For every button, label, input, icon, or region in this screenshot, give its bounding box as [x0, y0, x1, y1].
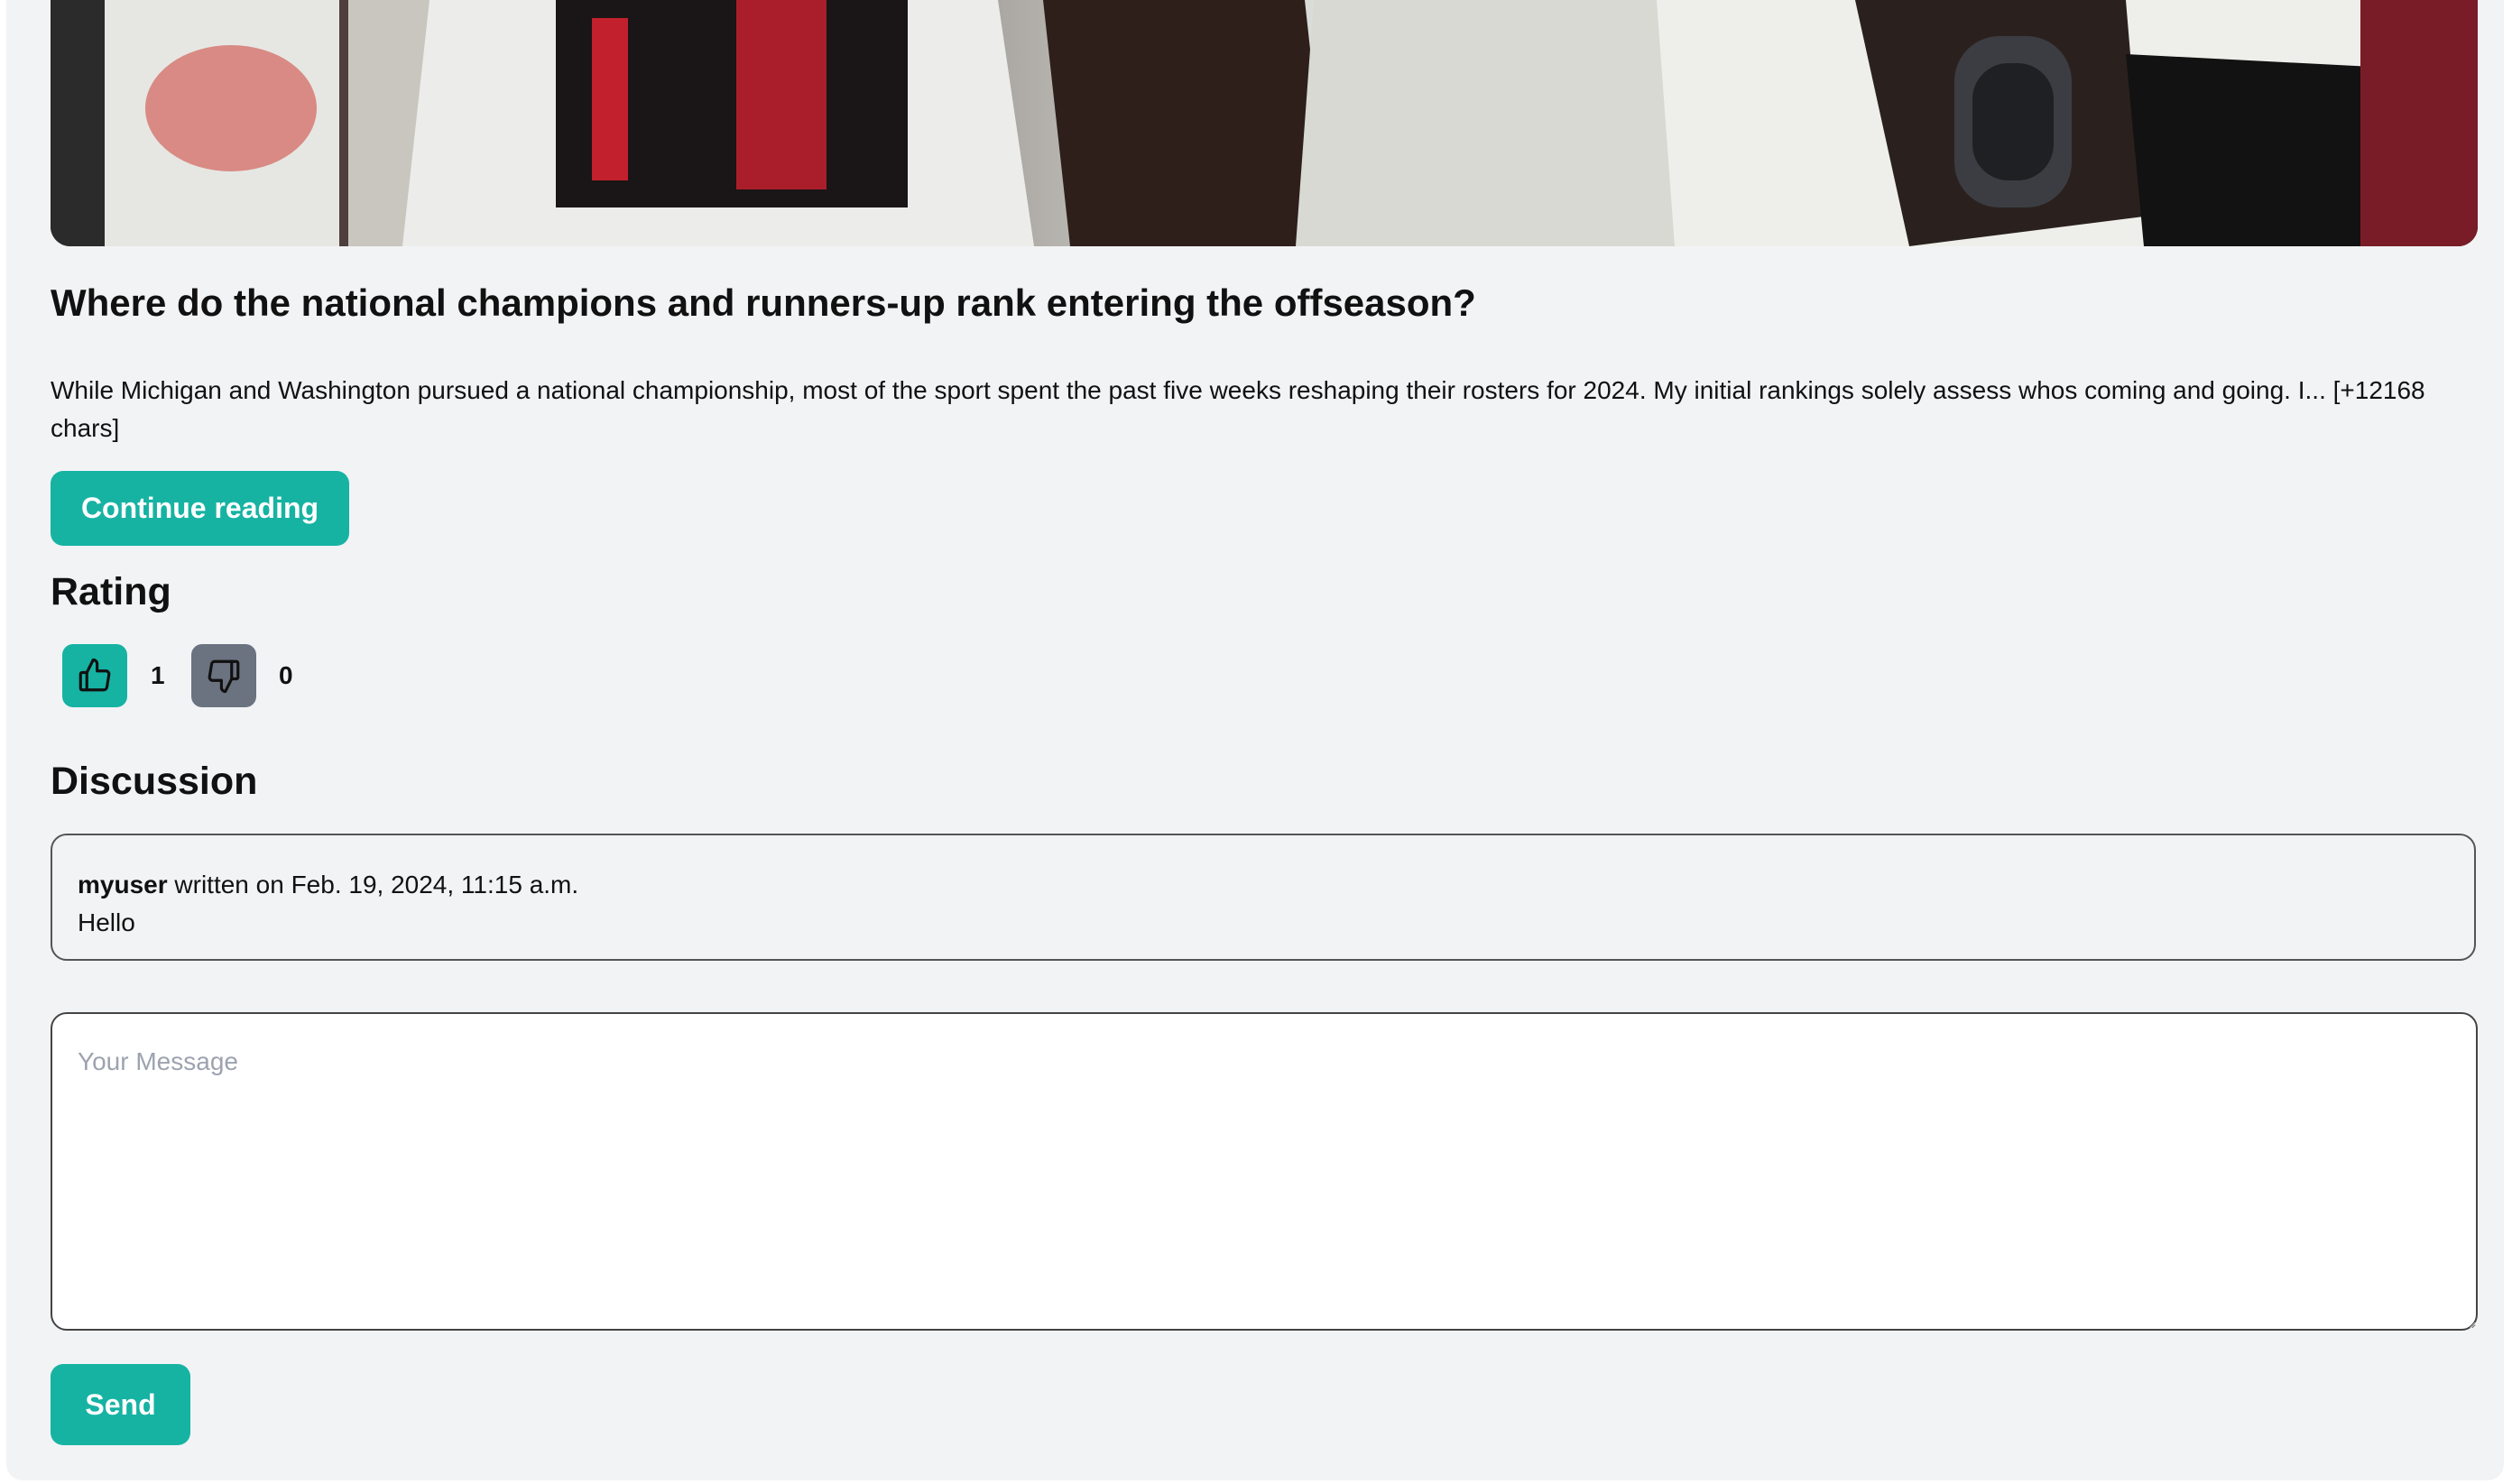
article-excerpt: While Michigan and Washington pursued a …: [51, 376, 2425, 442]
discussion-heading: Discussion: [51, 760, 258, 803]
comment-meta: myuser written on Feb. 19, 2024, 11:15 a…: [78, 866, 2474, 904]
dislike-button[interactable]: [191, 644, 256, 707]
like-button[interactable]: [62, 644, 127, 707]
message-input[interactable]: [51, 1012, 2478, 1331]
article-card: Where do the national champions and runn…: [6, 0, 2504, 1480]
comment-author: myuser: [78, 871, 168, 899]
like-count: 1: [151, 661, 165, 689]
comment-card: myuser written on Feb. 19, 2024, 11:15 a…: [51, 834, 2476, 961]
thumbs-down-icon: [208, 659, 240, 694]
continue-reading-button[interactable]: Continue reading: [51, 471, 349, 546]
dislike-count: 0: [279, 661, 293, 689]
comment-body: Hello: [78, 908, 135, 936]
article-image: [51, 0, 2478, 246]
rating-heading: Rating: [51, 570, 171, 613]
thumbs-up-icon: [78, 658, 111, 692]
article-title: Where do the national champions and runn…: [51, 281, 1476, 324]
send-button[interactable]: Send: [51, 1364, 190, 1445]
comment-timestamp: written on Feb. 19, 2024, 11:15 a.m.: [167, 871, 579, 899]
